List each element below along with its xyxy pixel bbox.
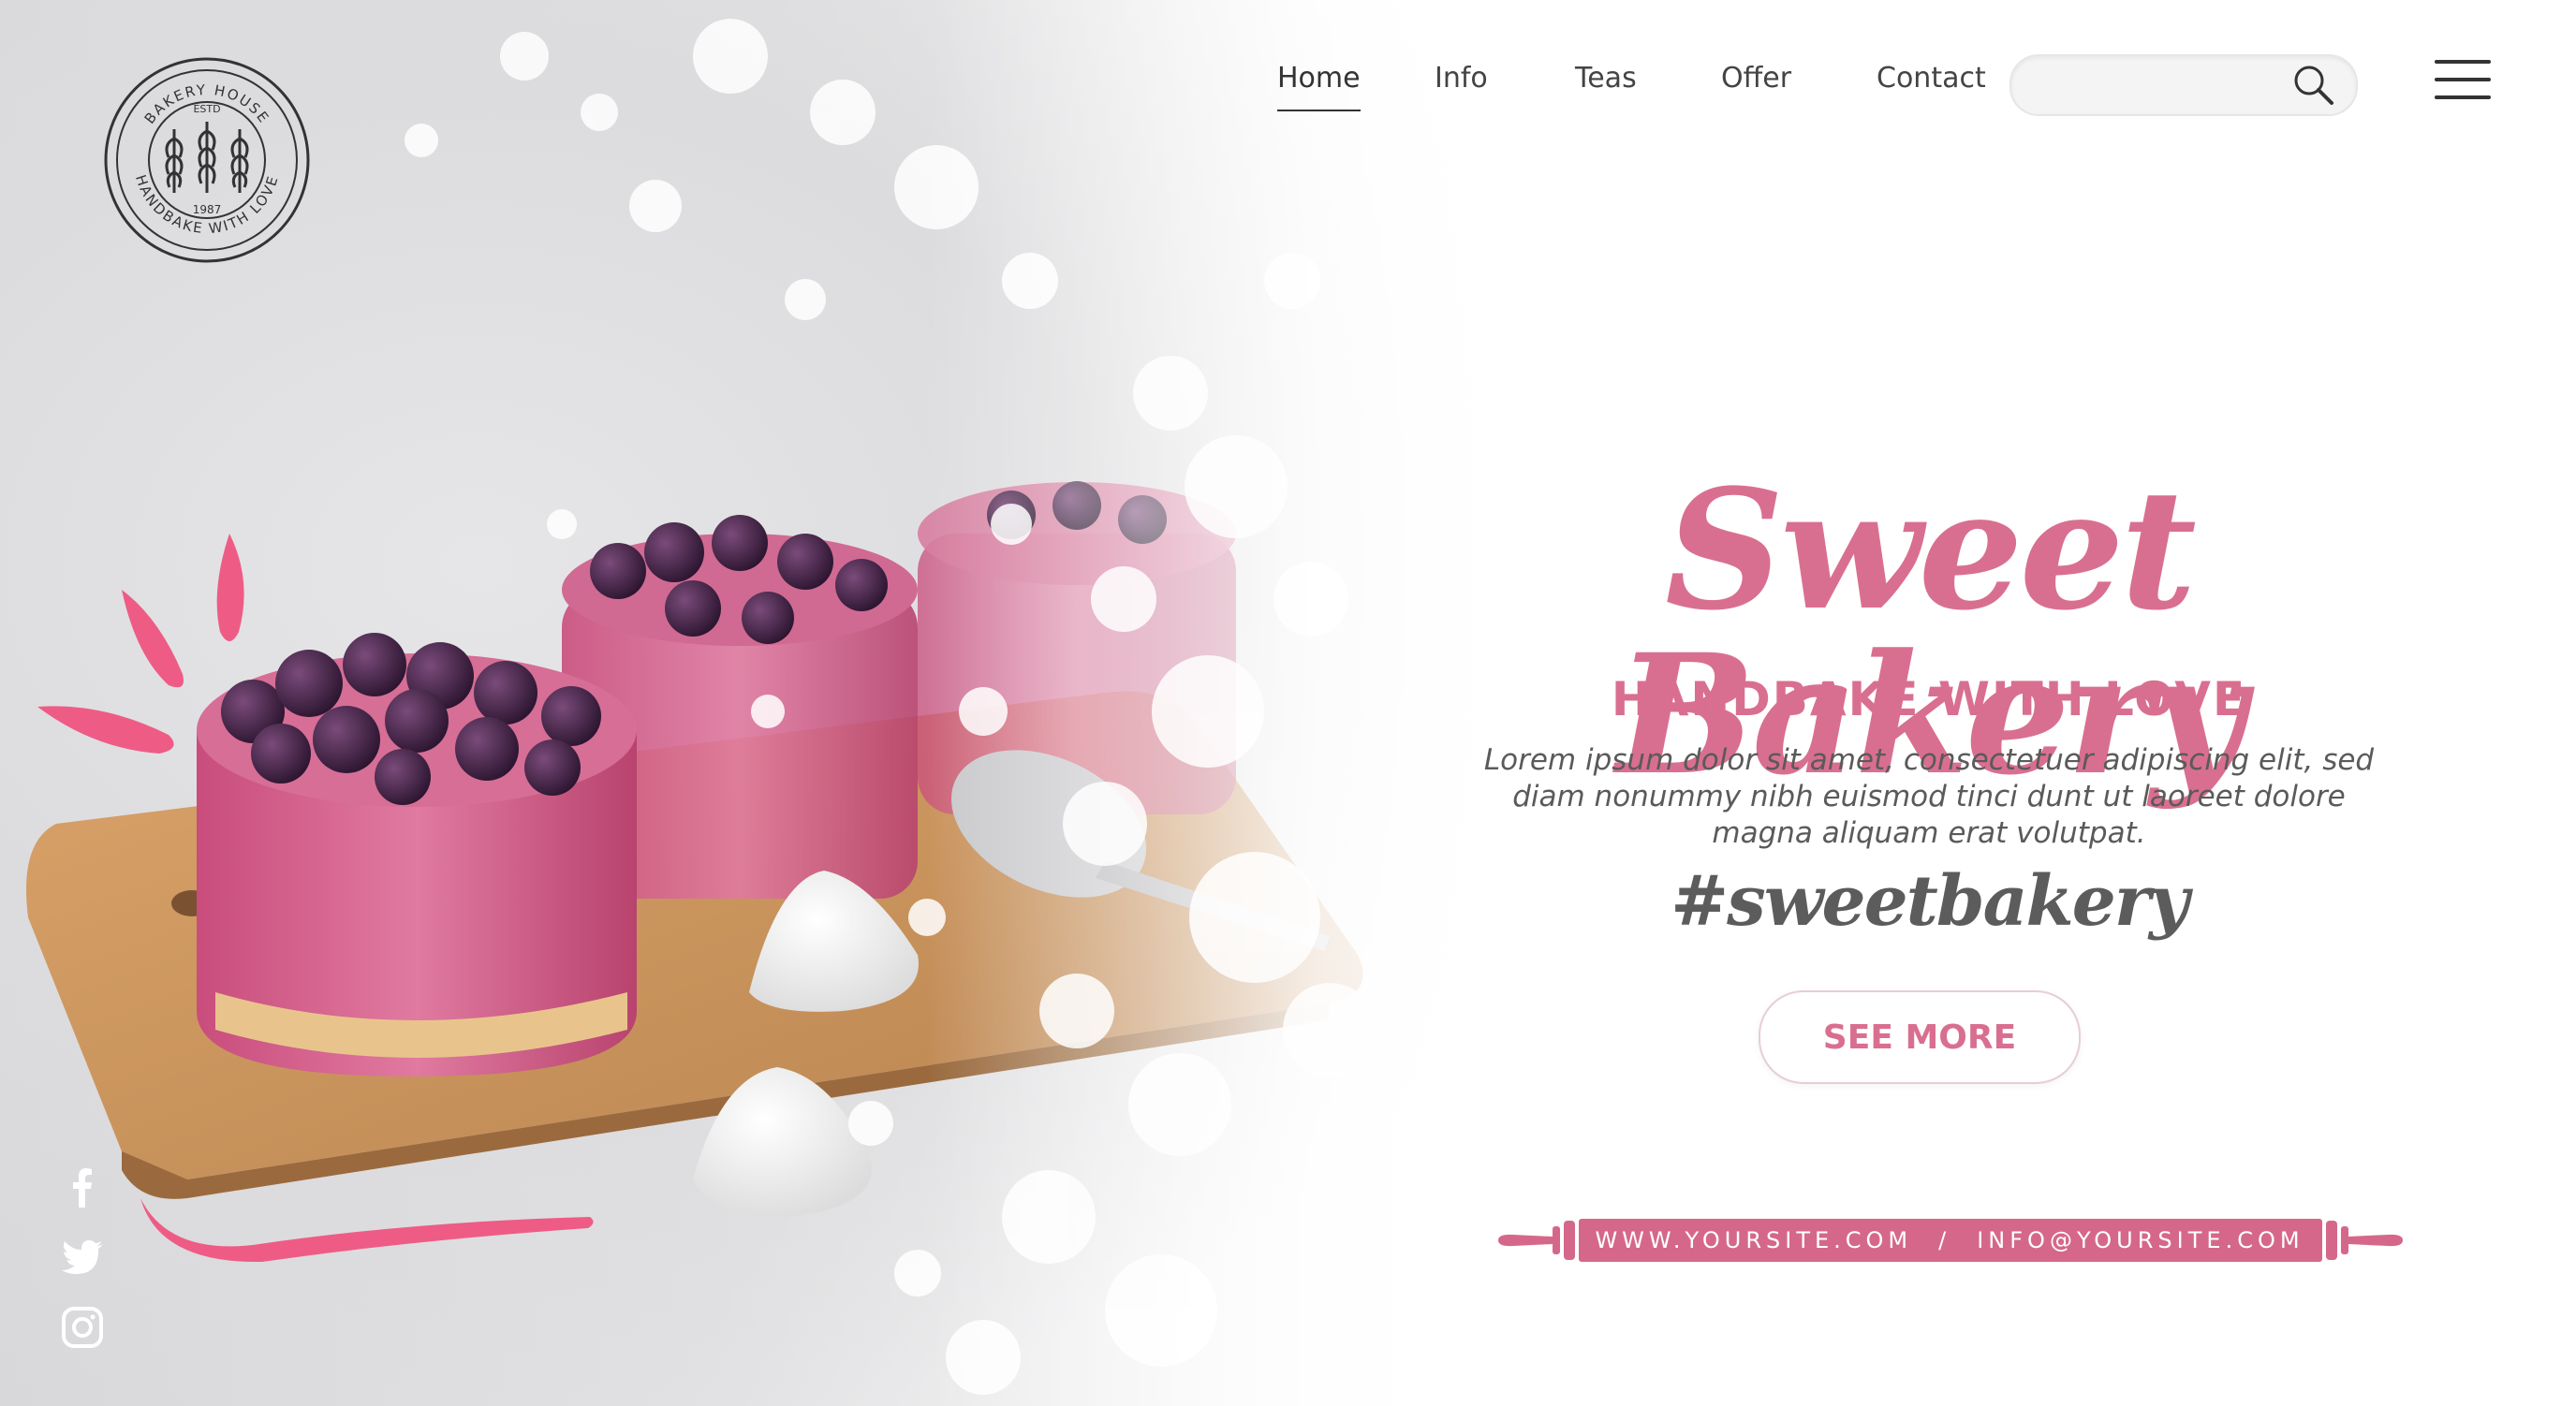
search-icon[interactable]: [2290, 62, 2335, 107]
hero-subtitle: HANDBAKE WITH LOVE: [1611, 672, 2247, 726]
contact-banner-text: WWW.YOURSITE.COM / INFO@YOURSITE.COM: [1581, 1219, 2318, 1262]
hashtag-text: #sweetbakery: [1671, 861, 2189, 942]
logo-year: 1987: [193, 203, 222, 216]
see-more-button[interactable]: SEE MORE: [1759, 990, 2081, 1084]
logo-estd: ESTD: [193, 103, 220, 115]
pink-splash-decoration: [37, 534, 244, 754]
nav-item-info[interactable]: Info: [1435, 62, 1488, 95]
instagram-icon[interactable]: [60, 1305, 105, 1350]
nav-item-teas[interactable]: Teas: [1575, 62, 1637, 95]
nav-item-contact[interactable]: Contact: [1877, 62, 1986, 95]
email-link[interactable]: INFO@YOURSITE.COM: [1977, 1227, 2304, 1253]
landing-page: BAKERY HOUSE HANDBAKE WITH LOVE ESTD 198…: [0, 0, 2576, 1406]
footer-separator: /: [1938, 1227, 1951, 1253]
twitter-icon[interactable]: [60, 1235, 105, 1280]
wheat-icon: [165, 122, 249, 193]
nav-item-home[interactable]: Home: [1277, 62, 1361, 111]
pink-swoosh-decoration: [140, 1198, 594, 1263]
search-input[interactable]: [2036, 66, 2283, 105]
website-link[interactable]: WWW.YOURSITE.COM: [1595, 1227, 1912, 1253]
facebook-icon[interactable]: [60, 1164, 105, 1209]
hamburger-menu-icon[interactable]: [2435, 60, 2491, 103]
nav-item-offer[interactable]: Offer: [1721, 62, 1791, 95]
social-links: [60, 1164, 112, 1375]
bakery-house-logo[interactable]: BAKERY HOUSE HANDBAKE WITH LOVE ESTD 198…: [101, 54, 313, 266]
hero-description: Lorem ipsum dolor sit amet, consectetuer…: [1483, 743, 2375, 850]
